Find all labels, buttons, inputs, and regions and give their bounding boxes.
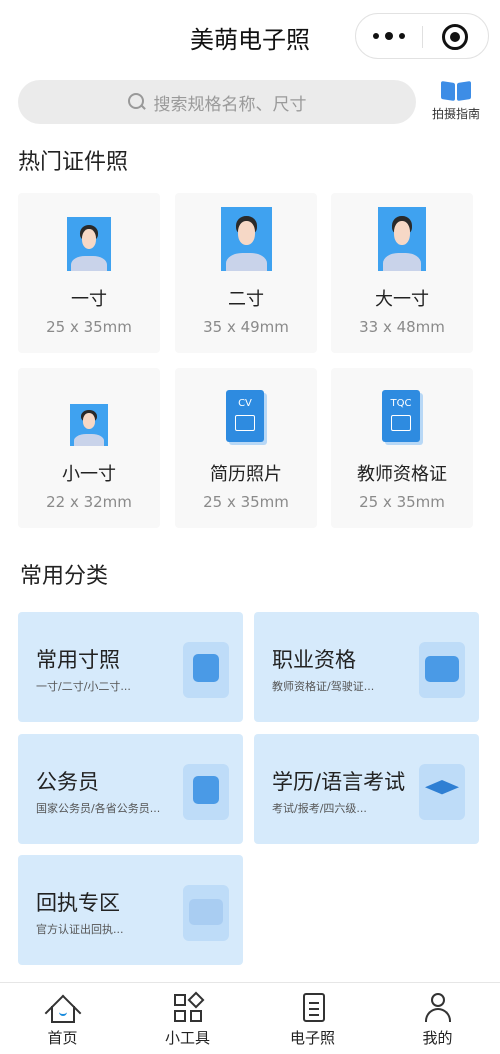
- tab-label: 我的: [422, 1029, 453, 1047]
- hot-item-size: 25 x 35mm: [359, 493, 445, 511]
- category-sub: 国家公务员/各省公务员...: [36, 802, 161, 815]
- official-icon: [183, 764, 229, 820]
- home-icon: [44, 992, 81, 1032]
- hot-item-name: 简历照片: [210, 464, 282, 485]
- category-sub: 教师资格证/驾驶证...: [272, 680, 375, 693]
- hot-section-title: 热门证件照: [18, 150, 129, 175]
- hot-item-size: 25 x 35mm: [46, 318, 132, 336]
- cv-tag: CV: [238, 398, 252, 409]
- hot-item-size: 25 x 35mm: [203, 493, 289, 511]
- hot-item-name: 一寸: [71, 289, 107, 310]
- hot-item-size: 33 x 48mm: [359, 318, 445, 336]
- user-icon: [422, 992, 454, 1024]
- book-icon: [441, 81, 471, 102]
- category-sub: 考试/报考/四六级...: [272, 802, 367, 815]
- tab-home[interactable]: 首页: [0, 983, 125, 1054]
- app-page: 美萌电子照 搜索规格名称、尺寸 拍摄指南 热门证件照 一寸 25 x 35mm …: [0, 0, 500, 1054]
- shooting-guide-label: 拍摄指南: [431, 107, 480, 121]
- hot-item-resume-photo[interactable]: CV 简历照片 25 x 35mm: [175, 368, 317, 528]
- search-icon: [127, 93, 146, 111]
- shooting-guide-button[interactable]: 拍摄指南: [424, 80, 488, 124]
- portrait-icon: [67, 217, 111, 271]
- hot-item-two-inch[interactable]: 二寸 35 x 49mm: [175, 193, 317, 353]
- receipt-card-icon: [183, 885, 229, 941]
- tools-grid-icon: [172, 991, 204, 1024]
- search-placeholder: 搜索规格名称、尺寸: [153, 94, 307, 115]
- search-input[interactable]: 搜索规格名称、尺寸: [18, 80, 416, 124]
- close-miniprogram-button[interactable]: [442, 24, 468, 50]
- hot-item-name: 小一寸: [62, 464, 116, 485]
- category-name: 学历/语言考试: [272, 770, 406, 794]
- tqc-tag: TQC: [390, 398, 412, 409]
- id-card-icon: [419, 642, 465, 698]
- category-name: 常用寸照: [36, 648, 120, 672]
- category-receipt[interactable]: 回执专区 官方认证出回执...: [18, 855, 243, 965]
- mini-program-capsule: [355, 13, 489, 59]
- cv-document-icon: CV: [226, 390, 264, 442]
- tab-e-photo[interactable]: 电子照: [250, 983, 375, 1054]
- tab-bar: 首页 小工具 电子照 我的: [0, 982, 500, 1054]
- hot-item-small-one-inch[interactable]: 小一寸 22 x 32mm: [18, 368, 160, 528]
- category-name: 职业资格: [272, 648, 356, 672]
- more-menu-button[interactable]: [356, 14, 422, 58]
- hot-item-teacher-cert[interactable]: TQC 教师资格证 25 x 35mm: [331, 368, 473, 528]
- tab-tools[interactable]: 小工具: [125, 983, 250, 1054]
- category-civil-servant[interactable]: 公务员 国家公务员/各省公务员...: [18, 734, 243, 844]
- category-common-photo[interactable]: 常用寸照 一寸/二寸/小二寸...: [18, 612, 243, 722]
- tab-mine[interactable]: 我的: [375, 983, 500, 1054]
- nav-bar: 美萌电子照: [0, 0, 500, 72]
- hot-item-name: 二寸: [228, 289, 264, 310]
- category-name: 公务员: [36, 770, 99, 794]
- tab-label: 小工具: [164, 1029, 210, 1047]
- category-section-title: 常用分类: [20, 564, 109, 589]
- tqc-document-icon: TQC: [382, 390, 420, 442]
- hot-item-name: 教师资格证: [357, 464, 447, 485]
- tab-label: 电子照: [289, 1029, 335, 1047]
- category-sub: 一寸/二寸/小二寸...: [36, 680, 131, 693]
- category-name: 回执专区: [36, 891, 120, 915]
- capsule-divider: [422, 26, 423, 48]
- category-sub: 官方认证出回执...: [36, 923, 124, 936]
- hot-item-size: 35 x 49mm: [203, 318, 289, 336]
- hot-item-size: 22 x 32mm: [46, 493, 132, 511]
- category-professional-cert[interactable]: 职业资格 教师资格证/驾驶证...: [254, 612, 479, 722]
- category-education-exam[interactable]: 学历/语言考试 考试/报考/四六级...: [254, 734, 479, 844]
- document-icon: [297, 992, 329, 1024]
- portrait-icon: [378, 207, 426, 271]
- portrait-icon: [70, 404, 108, 446]
- portrait-icon: [221, 207, 272, 271]
- user-portrait-icon: [183, 642, 229, 698]
- hot-item-name: 大一寸: [375, 289, 429, 310]
- hot-item-large-one-inch[interactable]: 大一寸 33 x 48mm: [331, 193, 473, 353]
- graduation-cap-icon: [419, 764, 465, 820]
- hot-item-one-inch[interactable]: 一寸 25 x 35mm: [18, 193, 160, 353]
